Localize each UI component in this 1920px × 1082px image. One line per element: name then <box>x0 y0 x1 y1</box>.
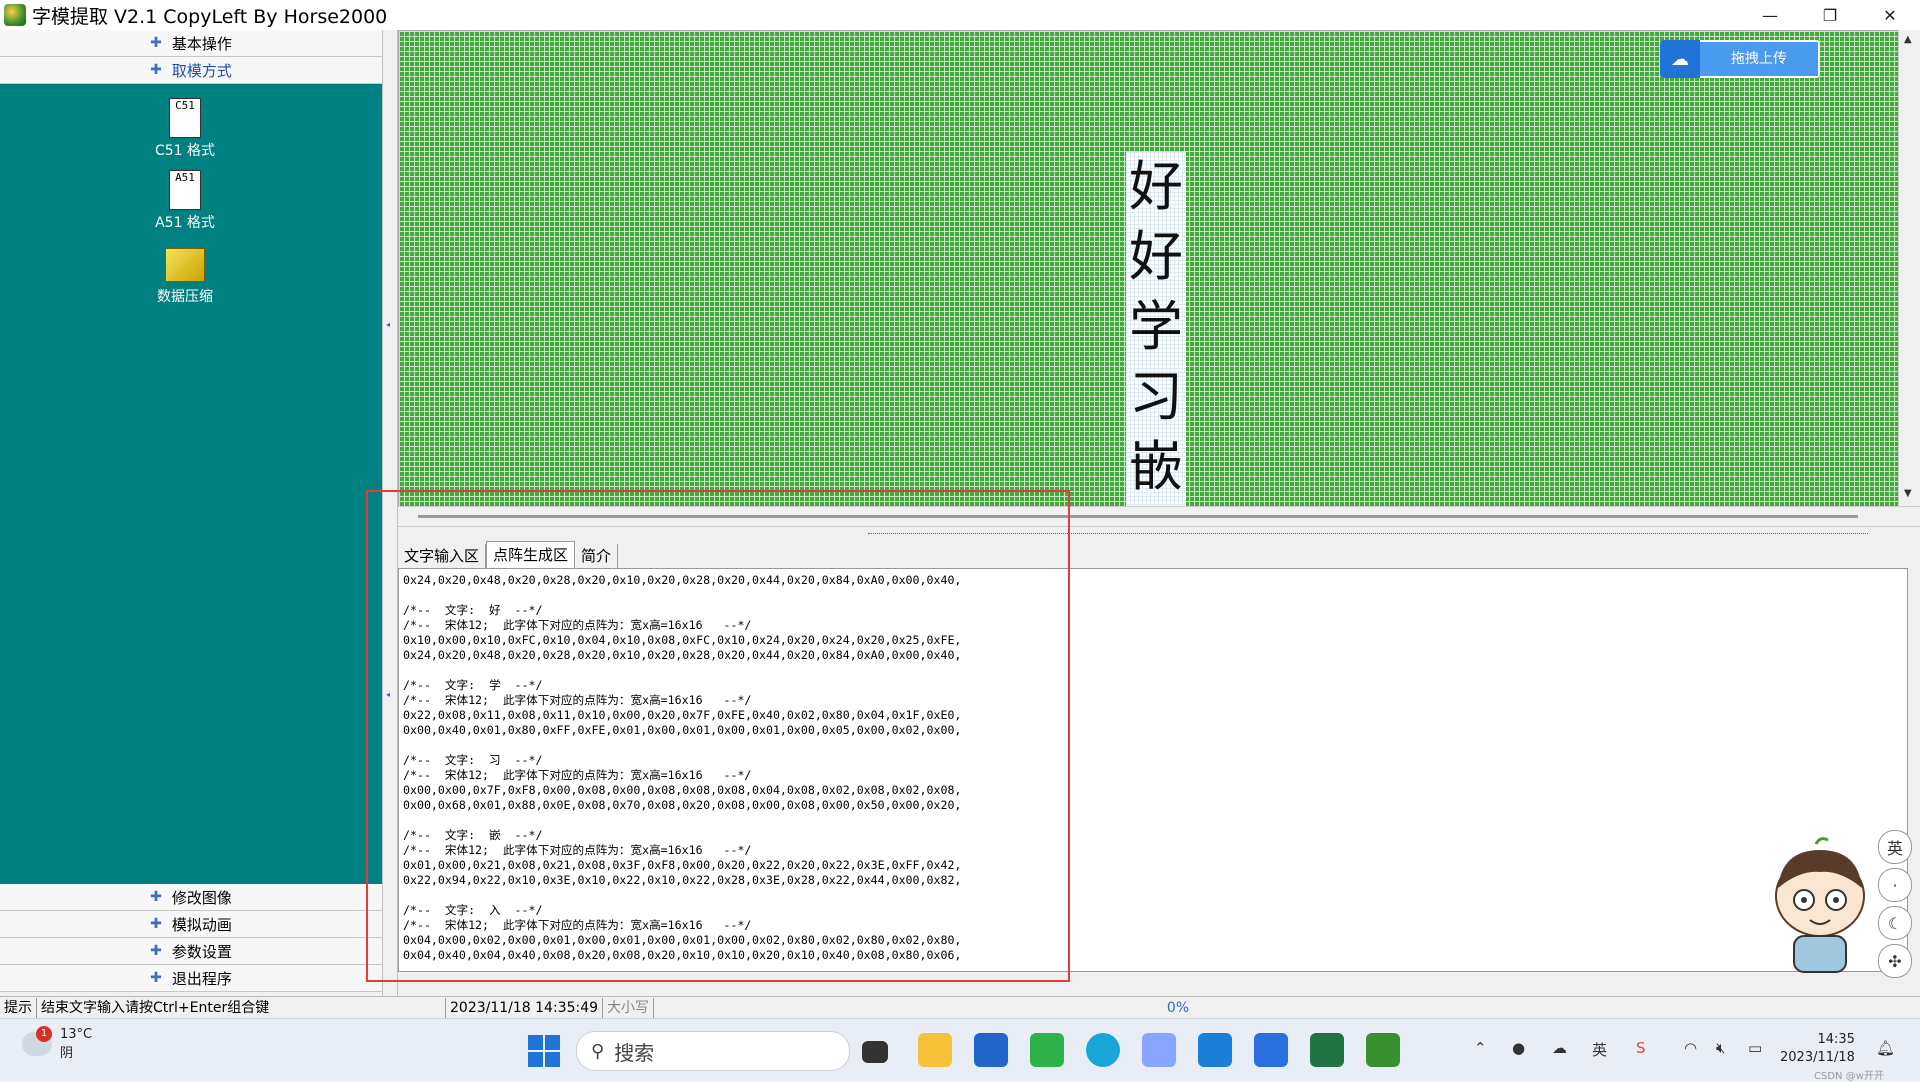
app-tray-icon[interactable]: S <box>1636 1039 1646 1057</box>
scroll-down-icon[interactable]: ▼ <box>1904 488 1912 499</box>
file-explorer-icon[interactable] <box>918 1033 952 1067</box>
nav-parameter-settings[interactable]: ✚ 参数设置 <box>0 938 382 965</box>
glyph: 习 <box>1129 365 1183 428</box>
nav-exit-program[interactable]: ✚ 退出程序 <box>0 965 382 992</box>
moon-icon[interactable]: ☾ <box>1878 906 1912 940</box>
status-hint-label: 提示 <box>0 998 37 1018</box>
vs-app-icon[interactable] <box>1310 1033 1344 1067</box>
font-extract-app-icon[interactable] <box>1366 1033 1400 1067</box>
wechat-icon[interactable] <box>1030 1033 1064 1067</box>
battery-icon[interactable]: ▭ <box>1748 1039 1762 1057</box>
nav-mold-method[interactable]: ✚ 取模方式 <box>0 57 382 84</box>
c51-format-tool[interactable]: C51 C51 格式 <box>140 98 230 160</box>
plus-icon: ✚ <box>150 889 162 905</box>
store-icon[interactable] <box>974 1033 1008 1067</box>
cloud-app-icon[interactable] <box>1142 1033 1176 1067</box>
compress-cube-icon <box>165 248 205 282</box>
clock-date: 2023/11/18 <box>1780 1050 1855 1065</box>
status-progress: 0% <box>1166 1000 1190 1016</box>
plus-icon: ✚ <box>150 943 162 959</box>
a51-file-icon: A51 <box>169 170 201 210</box>
window-title: 字模提取 V2.1 CopyLeft By Horse2000 <box>32 5 388 28</box>
task-view-icon[interactable] <box>862 1041 888 1063</box>
taskbar-search[interactable]: ⚲ 搜索 <box>576 1031 850 1071</box>
upload-label: 拖拽上传 <box>1700 42 1818 76</box>
status-caps: 大小写 <box>603 998 655 1018</box>
chevron-up-icon[interactable]: ⌃ <box>1474 1039 1487 1057</box>
status-hint-text: 结束文字输入请按Ctrl+Enter组合键 <box>37 998 446 1018</box>
plus-icon: ✚ <box>150 35 162 51</box>
notification-bell-icon[interactable]: 🔔︎ <box>1876 1039 1895 1057</box>
glyph: 好 <box>1129 155 1183 218</box>
tool-panel: C51 C51 格式 A51 A51 格式 数据压缩 <box>0 84 382 884</box>
nav-modify-image[interactable]: ✚ 修改图像 <box>0 884 382 911</box>
edge-icon[interactable] <box>1086 1033 1120 1067</box>
windows-start-icon[interactable] <box>528 1035 560 1067</box>
clock[interactable]: 14:35 2023/11/18 <box>1780 1031 1855 1067</box>
tool-label: C51 格式 <box>154 143 216 159</box>
nav-label: 修改图像 <box>171 888 232 907</box>
volume-muted-icon[interactable]: 🔇︎ <box>1716 1039 1725 1057</box>
restore-button[interactable]: ❐ <box>1800 0 1860 30</box>
tool-label: 数据压缩 <box>157 289 213 305</box>
search-icon: ⚲ <box>591 1040 605 1062</box>
search-placeholder: 搜索 <box>614 1040 655 1065</box>
cloud-icon: 1 <box>22 1026 52 1056</box>
status-datetime: 2023/11/18 14:35:49 <box>446 998 604 1018</box>
nav-basic-operations[interactable]: ✚ 基本操作 <box>0 30 382 57</box>
clock-time: 14:35 <box>1817 1032 1855 1047</box>
onedrive-icon[interactable]: ☁ <box>1552 1039 1567 1057</box>
punctuation-button[interactable]: · <box>1878 868 1912 902</box>
weather-widget[interactable]: 1 13°C 阴 <box>22 1026 93 1061</box>
glyph-preview-column: 好 好 学 习 嵌 <box>1126 152 1186 506</box>
plus-icon: ✚ <box>150 62 162 78</box>
close-button[interactable]: ✕ <box>1860 0 1920 30</box>
ime-toggle-button[interactable]: 英 <box>1878 830 1912 864</box>
scroll-up-icon[interactable]: ▲ <box>1904 34 1912 45</box>
bird-app-icon[interactable] <box>1198 1033 1232 1067</box>
c51-file-icon: C51 <box>169 98 201 138</box>
minimize-button[interactable]: — <box>1740 0 1800 30</box>
glyph: 学 <box>1129 295 1183 358</box>
nav-label: 模拟动画 <box>171 915 232 934</box>
taskbar: 1 13°C 阴 ⚲ 搜索 ⌃ ● ☁ 英 S ◠ 🔇︎ ▭ 14:35 202… <box>0 1018 1920 1082</box>
canvas-vertical-scrollbar[interactable]: ▲ ▼ <box>1898 30 1920 506</box>
glyph: 好 <box>1129 225 1183 288</box>
tool-label: A51 格式 <box>155 215 215 231</box>
highlight-box <box>366 490 1070 982</box>
ime-indicator[interactable]: 英 <box>1592 1039 1607 1060</box>
data-compress-tool[interactable]: 数据压缩 <box>140 248 230 306</box>
collapse-arrow-icon[interactable]: ◂ <box>386 320 390 329</box>
glyph: 嵌 <box>1129 435 1183 498</box>
nav-label: 取模方式 <box>171 61 232 80</box>
qq-icon[interactable]: ● <box>1512 1039 1525 1057</box>
plus-icon: ✚ <box>150 970 162 986</box>
sidebar: ✚ 基本操作 ✚ 取模方式 C51 C51 格式 A51 A51 格式 数据压缩… <box>0 30 382 996</box>
window-controls: — ❐ ✕ <box>1740 0 1920 30</box>
nav-simulate-animation[interactable]: ✚ 模拟动画 <box>0 911 382 938</box>
nav-label: 参数设置 <box>171 942 232 961</box>
nav-label: 基本操作 <box>171 34 232 53</box>
status-bar: 提示 结束文字输入请按Ctrl+Enter组合键 2023/11/18 14:3… <box>0 996 1920 1019</box>
settings-icon[interactable]: ✣ <box>1878 944 1912 978</box>
mascot-character <box>1775 837 1865 973</box>
wifi-icon[interactable]: ◠ <box>1684 1039 1697 1057</box>
cloud-upload-icon: ☁ <box>1660 40 1700 78</box>
app-icon <box>4 4 26 26</box>
notification-badge: 1 <box>36 1026 52 1042</box>
weather-desc: 阴 <box>60 1046 74 1061</box>
plus-icon: ✚ <box>150 916 162 932</box>
title-bar: 字模提取 V2.1 CopyLeft By Horse2000 — ❐ ✕ <box>0 0 1920 30</box>
nav-label: 退出程序 <box>171 969 232 988</box>
a51-format-tool[interactable]: A51 A51 格式 <box>140 170 230 232</box>
phone-link-icon[interactable] <box>1254 1033 1288 1067</box>
weather-temp: 13°C <box>60 1027 93 1042</box>
drag-upload-button[interactable]: ☁ 拖拽上传 <box>1660 40 1820 78</box>
